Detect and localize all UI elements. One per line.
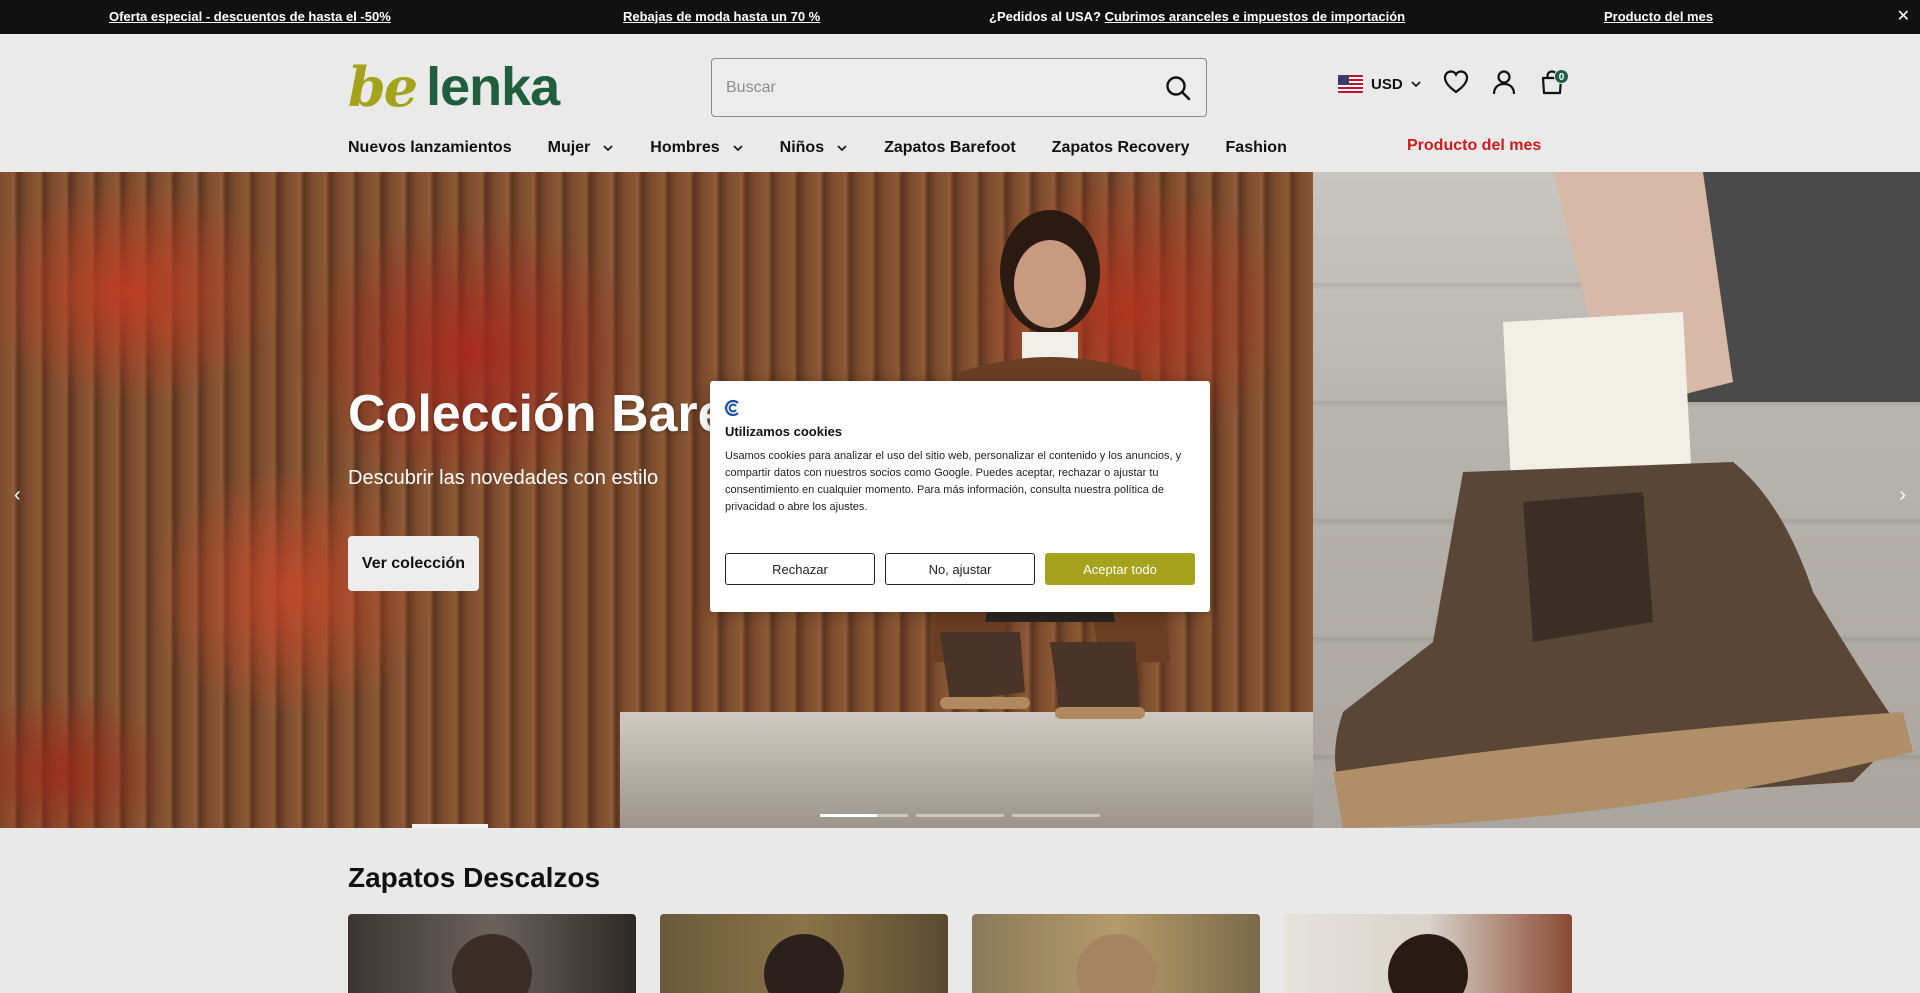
product-card-image <box>1388 934 1468 993</box>
slider-next-icon[interactable]: › <box>1899 484 1906 507</box>
main-nav: Nuevos lanzamientos Mujer Hombres Niños … <box>348 137 1323 159</box>
logo[interactable]: be lenka <box>348 55 560 119</box>
product-card[interactable] <box>660 914 948 993</box>
search-box <box>711 58 1207 117</box>
promo-link-duties[interactable]: Cubrimos aranceles e impuestos de import… <box>1105 9 1406 24</box>
product-card[interactable] <box>1284 914 1572 993</box>
chevron-down-icon <box>603 145 613 152</box>
nav-item-new[interactable]: Nuevos lanzamientos <box>348 137 512 159</box>
hero-image-right <box>1313 172 1920 828</box>
product-card-image <box>764 934 844 993</box>
logo-be: be <box>348 55 418 119</box>
us-flag-icon <box>1338 75 1363 93</box>
heart-icon[interactable] <box>1442 68 1470 96</box>
promo-link-sale[interactable]: Rebajas de moda hasta un 70 % <box>623 9 820 24</box>
nav-item-label: Fashion <box>1225 139 1287 156</box>
hero-boot-closeup <box>1333 172 1920 828</box>
nav-item-label: Nuevos lanzamientos <box>348 139 512 156</box>
site-header: be lenka USD <box>0 34 1920 172</box>
nav-item-women[interactable]: Mujer <box>548 137 615 159</box>
nav-item-label: Hombres <box>650 139 720 156</box>
product-card[interactable] <box>348 914 636 993</box>
promo-shipping: ¿Pedidos al USA? Cubrimos aranceles e im… <box>989 9 1405 24</box>
cookie-accept-all-button[interactable]: Aceptar todo <box>1045 553 1195 585</box>
user-icon[interactable] <box>1490 68 1518 96</box>
nav-item-men[interactable]: Hombres <box>650 137 743 159</box>
nav-item-kids[interactable]: Niños <box>780 137 848 159</box>
search-icon[interactable] <box>1164 74 1192 102</box>
view-collection-button[interactable]: Ver colección <box>348 536 479 591</box>
nav-item-fashion[interactable]: Fashion <box>1226 137 1287 159</box>
cart-count-badge: 0 <box>1554 69 1569 84</box>
chevron-down-icon <box>1411 81 1421 88</box>
cookie-consent-logo-icon <box>725 399 739 417</box>
close-icon[interactable]: ✕ <box>1897 6 1910 26</box>
slider-dot-3[interactable] <box>1012 814 1100 817</box>
chevron-down-icon <box>837 145 847 152</box>
slider-dot-1[interactable] <box>820 814 908 817</box>
chevron-down-icon <box>733 145 743 152</box>
slider-pagination <box>820 814 1100 817</box>
nav-item-label: Zapatos Barefoot <box>884 139 1016 156</box>
currency-selector[interactable]: USD <box>1338 72 1422 96</box>
product-card-image <box>1076 934 1156 993</box>
logo-lenka: lenka <box>426 57 560 117</box>
slider-dot-2[interactable] <box>916 814 1004 817</box>
cookie-adjust-button[interactable]: No, ajustar <box>885 553 1035 585</box>
nav-item-barefoot[interactable]: Zapatos Barefoot <box>884 137 1016 159</box>
product-card-image <box>452 934 532 993</box>
nav-item-product-month[interactable]: Producto del mes <box>1407 137 1541 155</box>
section-title: Zapatos Descalzos <box>348 862 601 893</box>
cookie-reject-button[interactable]: Rechazar <box>725 553 875 585</box>
hero-subtitle: Descubrir las novedades con estilo <box>348 467 659 489</box>
search-input[interactable] <box>726 59 1146 116</box>
nav-item-label: Zapatos Recovery <box>1051 139 1190 156</box>
slider-prev-icon[interactable]: ‹ <box>14 484 21 507</box>
nav-item-recovery[interactable]: Zapatos Recovery <box>1052 137 1190 159</box>
promo-bar: Oferta especial - descuentos de hasta el… <box>0 0 1920 34</box>
nav-item-label: Mujer <box>547 139 591 156</box>
product-card[interactable] <box>972 914 1260 993</box>
nav-item-label: Niños <box>779 139 825 156</box>
promo-link-offer[interactable]: Oferta especial - descuentos de hasta el… <box>109 9 391 24</box>
cookie-consent-dialog: Utilizamos cookies Usamos cookies para a… <box>710 381 1210 612</box>
cookie-title: Utilizamos cookies <box>725 424 843 439</box>
cookie-description: Usamos cookies para analizar el uso del … <box>725 450 1182 513</box>
promo-link-product-month[interactable]: Producto del mes <box>1604 9 1713 24</box>
promo-shipping-text: ¿Pedidos al USA? <box>989 9 1101 24</box>
currency-label: USD <box>1371 75 1403 93</box>
hero-progress-indicator <box>412 824 488 828</box>
